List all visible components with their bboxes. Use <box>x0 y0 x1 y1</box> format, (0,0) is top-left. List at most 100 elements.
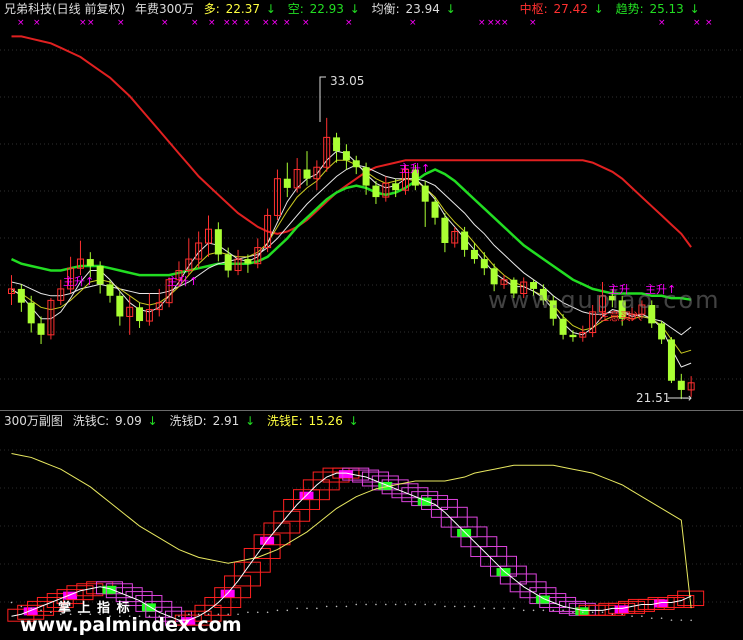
d-value: 2.91 <box>212 414 240 428</box>
candle-body <box>86 259 94 266</box>
candle-body <box>27 302 35 324</box>
candle-body <box>372 185 380 198</box>
kong-label: 空: <box>287 2 304 16</box>
kong-arrow: ↓ <box>349 2 360 16</box>
main-header: 兄弟科技(日线 前复权) 年费300万 多: 22.37 ↓ 空: 22.93 … <box>4 1 708 17</box>
d-arrow: ↓ <box>245 414 256 428</box>
xiqian-d-dot <box>296 607 298 610</box>
x-marker: × <box>79 18 87 28</box>
candle-body <box>461 231 469 250</box>
sub-fill-block <box>535 595 550 604</box>
watermark-top: www.gupiao.com <box>488 286 721 314</box>
xiqian-d-dot <box>463 605 466 608</box>
d-label: 洗钱D: <box>169 414 207 428</box>
xiqian-d-dot <box>385 603 387 606</box>
sub-box <box>233 561 261 587</box>
xiqian-d-dot <box>532 609 535 612</box>
sub-fill-block <box>575 607 590 616</box>
sub-box <box>312 471 340 491</box>
xiqian-d-dot <box>522 609 525 612</box>
xiqian-d-dot <box>601 611 604 614</box>
candle-body <box>470 249 478 260</box>
duo-label: 多: <box>203 2 220 16</box>
zhongshu-label: 中枢: <box>519 2 548 16</box>
e-value: 15.26 <box>308 414 343 428</box>
sub-box <box>204 596 232 616</box>
xiqian-d-dot <box>690 619 692 622</box>
sub-fill-block <box>614 605 629 614</box>
xiqian-d-dot <box>394 603 397 606</box>
candle-body <box>490 268 498 285</box>
candle-body <box>658 323 666 340</box>
xiqian-d-dot <box>513 607 515 610</box>
zhusheng-label-2: 主升↑ <box>167 275 198 288</box>
xiqian-d-dot <box>631 615 633 617</box>
x-marker: × <box>501 18 509 28</box>
xiqian-d-dot <box>306 607 308 610</box>
candle-body <box>37 323 45 335</box>
kong-value: 22.93 <box>309 2 344 16</box>
candle-body <box>677 380 685 390</box>
xiqian-d-dot <box>542 609 545 612</box>
candle-body <box>667 339 675 381</box>
xiqian-d-dot <box>434 603 436 606</box>
qushi-label: 趋势: <box>615 2 644 16</box>
candle-body <box>342 151 350 161</box>
candle-body <box>431 201 439 218</box>
x-marker: × <box>231 18 239 28</box>
xiqian-d-dot <box>503 607 505 610</box>
candle-body <box>559 318 567 335</box>
x-marker: × <box>478 18 486 28</box>
xiqian-d-dot <box>10 601 13 604</box>
x-marker: × <box>409 18 417 28</box>
xiqian-d-dot <box>670 619 673 621</box>
ma-line-中枢 <box>11 35 692 248</box>
c-arrow: ↓ <box>147 414 158 428</box>
fee-label: 年费300万 <box>135 2 194 16</box>
candle-body <box>392 183 400 191</box>
c-value: 9.09 <box>115 414 142 428</box>
xiqian-d-dot <box>660 617 663 619</box>
x-marker: × <box>117 18 125 28</box>
xiqian-d-dot <box>325 605 328 608</box>
high-arrow <box>319 76 326 122</box>
stock-title: 兄弟科技(日线 前复权) <box>4 2 126 16</box>
xiqian-d-dot <box>30 607 32 610</box>
zhusheng-label-3: 主升↑ <box>399 162 430 175</box>
xiqian-d-dot <box>453 605 456 608</box>
e-label: 洗钱E: <box>267 414 303 428</box>
candle-body <box>303 169 311 179</box>
x-marker: × <box>529 18 537 28</box>
watermark-bottom: www.palmindex.com <box>20 614 242 636</box>
xiqian-d-dot <box>20 605 23 608</box>
x-marker: × <box>17 18 25 28</box>
xiqian-d-dot <box>444 605 446 608</box>
candle-body <box>244 259 252 264</box>
high-price-label: 33.05 <box>330 74 364 88</box>
zhongshu-arrow: ↓ <box>593 2 604 16</box>
x-marker: × <box>243 18 251 28</box>
xiqian-d-dot <box>335 605 338 608</box>
xiqian-d-dot <box>611 613 614 616</box>
xiqian-d-dot <box>552 609 555 612</box>
e-arrow: ↓ <box>348 414 359 428</box>
candle-body <box>569 334 577 338</box>
xiqian-d-dot <box>641 615 643 617</box>
junheng-label: 均衡: <box>371 2 400 16</box>
xiqian-d-dot <box>365 603 367 606</box>
low-arrow-head: → <box>682 391 692 405</box>
x-marker: × <box>161 18 169 28</box>
chart-canvas: × × × × × × × × × × × × × × × × × × × × × × × × × 33.0521.51 →主升↑… <box>0 18 743 626</box>
candle-body <box>480 259 488 269</box>
xiqian-d-dot <box>345 605 348 608</box>
xiqian-d-dot <box>276 609 279 612</box>
sub-fill-block <box>102 585 117 594</box>
sub-box <box>509 573 537 593</box>
ma-line-多 <box>11 150 692 368</box>
sub-box <box>283 498 311 522</box>
candle-body <box>214 229 222 255</box>
xiqian-d-dot <box>50 611 52 614</box>
sub-title: 300万副图 <box>4 414 63 428</box>
junheng-value: 23.94 <box>405 2 440 16</box>
candle-body <box>224 254 232 271</box>
